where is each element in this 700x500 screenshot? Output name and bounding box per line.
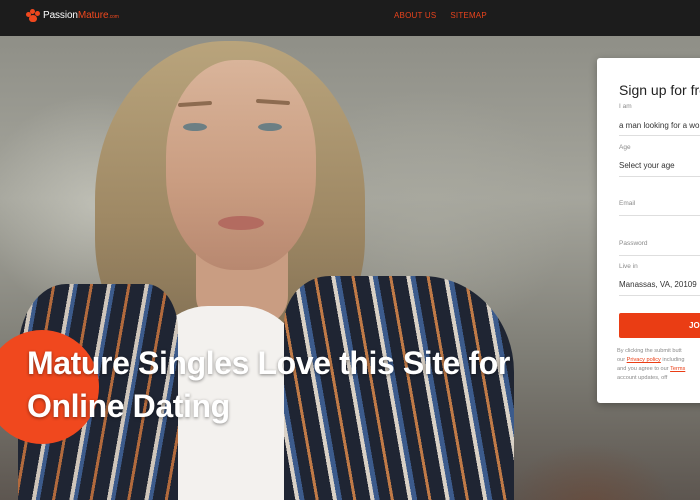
hero-headline: Mature Singles Love this Site for Online… xyxy=(27,345,510,424)
i-am-underline xyxy=(619,135,700,136)
legal-text: By clicking the submit butt our Privacy … xyxy=(617,347,700,383)
main-nav: ABOUT US SITEMAP xyxy=(394,11,487,20)
live-in-underline xyxy=(619,295,700,296)
terms-link[interactable]: Terms xyxy=(670,366,685,372)
age-select[interactable]: Select your age xyxy=(619,161,675,170)
legal-line-2: our Privacy policy including xyxy=(617,357,685,363)
privacy-policy-link[interactable]: Privacy policy xyxy=(627,357,661,363)
nav-about-us-link[interactable]: ABOUT US xyxy=(394,11,436,20)
password-field[interactable]: Password xyxy=(619,240,648,247)
age-label: Age xyxy=(619,144,631,151)
password-underline xyxy=(619,255,700,256)
legal-line-4: account updates, off xyxy=(617,375,668,381)
email-field[interactable]: Email xyxy=(619,200,635,207)
signup-title: Sign up for fre xyxy=(619,82,700,98)
i-am-select[interactable]: a man looking for a wo xyxy=(619,121,700,130)
i-am-label: I am xyxy=(619,103,632,110)
hero-section: Mature Singles Love this Site for Online… xyxy=(0,36,700,500)
hero-photo-eye-right xyxy=(258,123,282,131)
age-underline xyxy=(619,176,700,177)
join-button[interactable]: JO xyxy=(619,313,700,338)
nav-sitemap-link[interactable]: SITEMAP xyxy=(450,11,487,20)
logo-text: PassionMature.com xyxy=(43,10,119,21)
live-in-field[interactable]: Manassas, VA, 20109 xyxy=(619,280,697,289)
hero-photo-face xyxy=(166,60,316,270)
legal-line-3: and you agree to our Terms xyxy=(617,366,686,372)
site-logo[interactable]: PassionMature.com xyxy=(26,9,119,22)
hero-photo-eye-left xyxy=(183,123,207,131)
top-navbar: PassionMature.com ABOUT US SITEMAP xyxy=(0,0,700,36)
legal-line-1: By clicking the submit butt xyxy=(617,348,682,354)
hero-photo-mouth xyxy=(218,216,264,230)
signup-card: Sign up for fre I am a man looking for a… xyxy=(597,58,700,403)
email-underline xyxy=(619,215,700,216)
paw-icon xyxy=(26,9,41,22)
live-in-label: Live in xyxy=(619,263,638,270)
